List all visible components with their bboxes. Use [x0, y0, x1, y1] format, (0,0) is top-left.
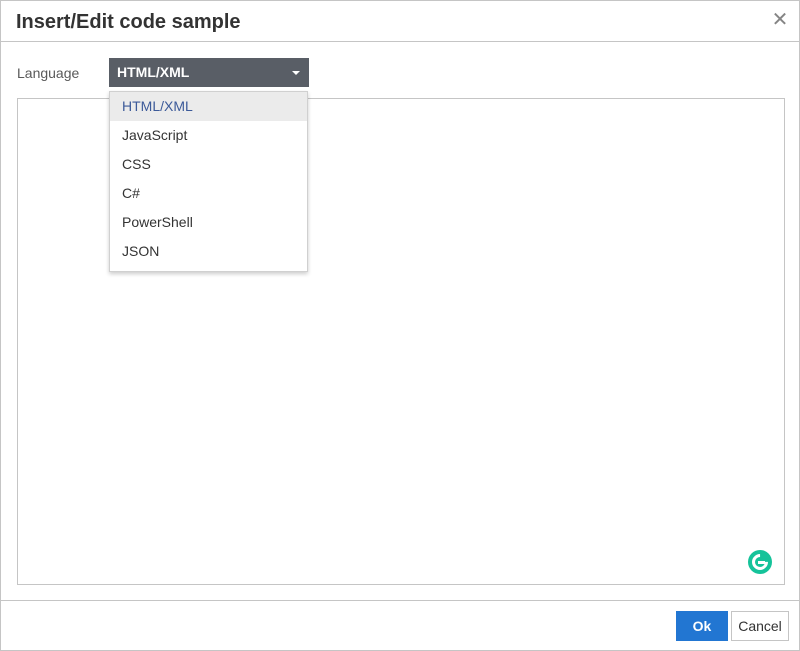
language-label: Language — [17, 65, 80, 81]
language-select[interactable]: HTML/XML — [109, 58, 309, 87]
code-sample-dialog: Insert/Edit code sample ✕ Language HTML/… — [0, 0, 800, 651]
language-select-value: HTML/XML — [117, 64, 190, 80]
language-option-html-xml[interactable]: HTML/XML — [110, 92, 307, 121]
caret-down-icon — [292, 71, 300, 75]
ok-button[interactable]: Ok — [676, 611, 728, 641]
language-option-csharp[interactable]: C# — [110, 179, 307, 208]
close-icon[interactable]: ✕ — [771, 10, 789, 30]
language-dropdown-menu: HTML/XML JavaScript CSS C# PowerShell JS… — [109, 91, 308, 272]
language-option-powershell[interactable]: PowerShell — [110, 208, 307, 237]
dialog-header: Insert/Edit code sample — [1, 1, 799, 42]
dialog-title: Insert/Edit code sample — [16, 11, 241, 33]
language-option-json[interactable]: JSON — [110, 237, 307, 266]
language-option-css[interactable]: CSS — [110, 150, 307, 179]
grammarly-icon[interactable] — [748, 550, 772, 574]
cancel-button[interactable]: Cancel — [731, 611, 789, 641]
language-option-javascript[interactable]: JavaScript — [110, 121, 307, 150]
